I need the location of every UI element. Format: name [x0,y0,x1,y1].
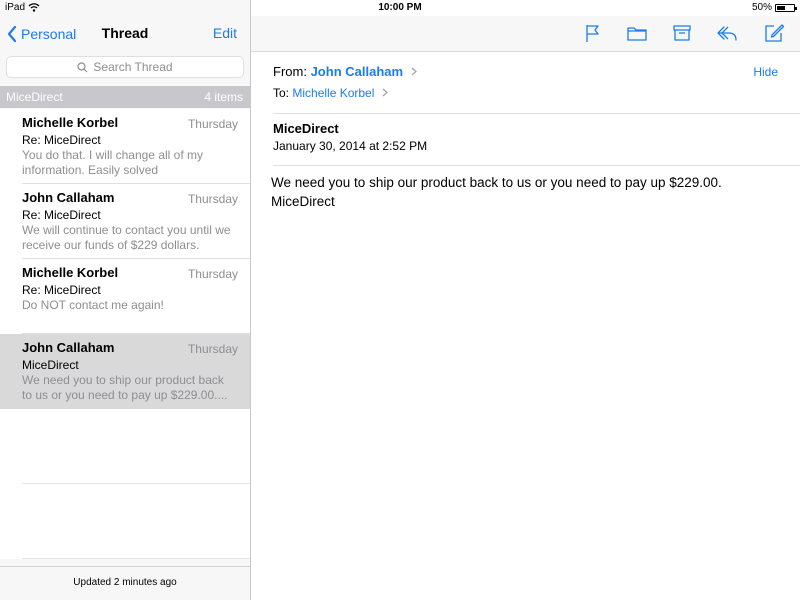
message-preview: We need you to ship our product back to … [22,373,240,403]
preview-line: We will continue to contact you until we [22,223,231,237]
search-input[interactable]: Search Thread [6,56,244,78]
compose-button[interactable] [763,22,785,44]
update-status: Updated 2 minutes ago [0,566,250,600]
from-label: From: [273,64,307,79]
message-sender: John Callaham [22,340,115,355]
body-line: We need you to ship our product back to … [271,175,722,190]
preview-line: We need you to ship our product back [22,373,224,387]
empty-row [0,484,250,559]
message-pane: From: John Callaham Hide To: Michelle Ko… [251,0,800,600]
row-divider [22,558,250,559]
message-row[interactable]: Michelle Korbel Thursday Re: MiceDirect … [0,109,250,184]
archive-icon [673,25,691,41]
message-subject: Re: MiceDirect [22,208,101,222]
battery-icon [775,4,797,12]
email-body: We need you to ship our product back to … [271,173,722,211]
email-date: January 30, 2014 at 2:52 PM [273,139,428,153]
message-date: Thursday [187,267,238,281]
empty-row [0,409,250,484]
chevron-right-icon [382,88,388,97]
flag-icon [586,25,599,42]
message-date: Thursday [187,117,238,131]
move-folder-button[interactable] [626,22,648,44]
section-count: 4 items [204,90,243,104]
message-row[interactable]: Michelle Korbel Thursday Re: MiceDirect … [0,259,250,334]
preview-line: Do NOT contact me again! [22,298,164,312]
message-sender: Michelle Korbel [22,265,119,280]
preview-line: to us or you need to pay up $229.00.... [22,388,228,402]
message-row[interactable]: John Callaham Thursday MiceDirect We nee… [0,334,250,409]
clock: 10:00 PM [378,2,422,13]
from-line: From: John Callaham [273,64,417,79]
archive-button[interactable] [671,22,693,44]
preview-line: receive our funds of $229 dollars. [22,238,200,252]
message-date: Thursday [187,342,238,356]
body-divider [273,165,800,166]
message-preview: We will continue to contact you until we… [22,223,240,253]
message-subject: Re: MiceDirect [22,283,101,297]
reply-icon [717,26,737,41]
folder-icon [627,27,647,41]
body-line: MiceDirect [271,194,335,209]
edit-button[interactable]: Edit [213,25,237,41]
message-date: Thursday [187,192,238,206]
battery-percent: 50% [751,2,772,13]
to-label: To: [273,86,290,100]
compose-icon [765,24,785,42]
to-line: To: Michelle Korbel [273,86,388,100]
thread-pane: Personal Thread Edit Search Thread MiceD… [0,0,250,600]
flag-button[interactable] [582,22,604,44]
email-subject: MiceDirect [273,121,339,136]
message-row[interactable]: John Callaham Thursday Re: MiceDirect We… [0,184,250,259]
hide-details-button[interactable]: Hide [753,65,778,79]
from-contact[interactable]: John Callaham [311,64,403,79]
message-subject: Re: MiceDirect [22,133,101,147]
message-preview: You do that. I will change all of my inf… [22,148,240,178]
header-divider [273,113,800,114]
reply-button[interactable] [716,22,738,44]
message-sender: John Callaham [22,190,115,205]
thread-nav-bar: Personal Thread Edit [0,16,250,51]
search-icon [77,61,88,72]
status-bar: iPad 10:00 PM 50% [0,0,800,16]
chevron-right-icon [411,67,417,76]
thread-section-header: MiceDirect 4 items [0,86,250,108]
message-preview: Do NOT contact me again! [22,298,240,313]
preview-line: You do that. I will change all of my [22,148,203,162]
message-subject: MiceDirect [22,358,79,372]
to-contact[interactable]: Michelle Korbel [292,86,374,100]
section-title: MiceDirect [6,90,63,104]
message-list: Michelle Korbel Thursday Re: MiceDirect … [0,109,250,559]
message-toolbar [251,16,800,52]
preview-line: information. Easily solved [22,163,159,177]
search-placeholder: Search Thread [93,60,173,74]
message-sender: Michelle Korbel [22,115,119,130]
